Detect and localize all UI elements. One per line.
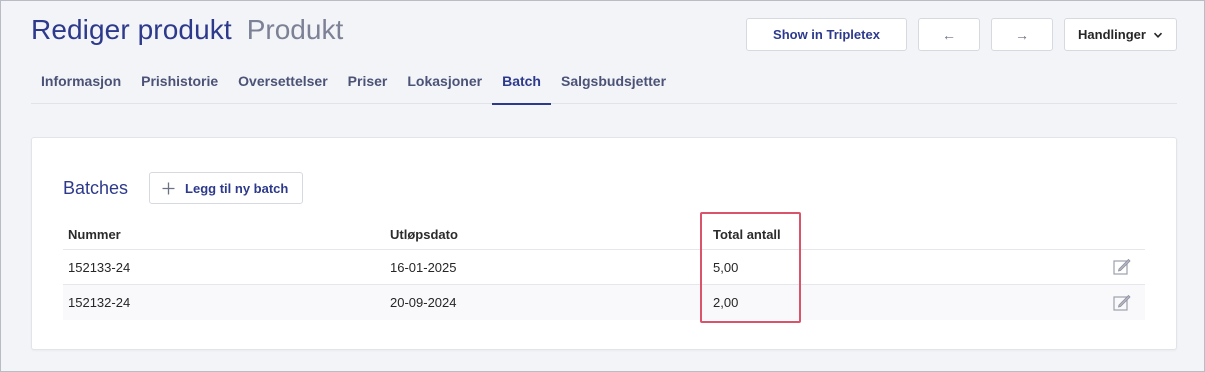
tab-priser[interactable]: Priser <box>338 62 398 104</box>
add-batch-label: Legg til ny batch <box>185 180 289 196</box>
column-header-nummer: Nummer <box>68 227 121 242</box>
previous-button[interactable]: ← <box>918 18 980 51</box>
batch-number-cell: 152132-24 <box>68 295 131 310</box>
batch-number-cell: 152133-24 <box>68 259 131 275</box>
batch-total-cell: 5,00 <box>713 259 739 275</box>
edit-icon[interactable] <box>1112 257 1132 277</box>
tab-oversettelser[interactable]: Oversettelser <box>228 62 338 104</box>
column-header-total-antall: Total antall <box>713 227 781 242</box>
batches-card: Batches Legg til ny batch Nummer Utløpsd… <box>31 137 1177 350</box>
actions-menu-button[interactable]: Handlinger <box>1064 18 1177 51</box>
add-batch-button[interactable]: Legg til ny batch <box>149 172 304 204</box>
next-button[interactable]: → <box>991 18 1053 51</box>
page-title: Rediger produkt <box>31 14 232 45</box>
table-header-row: Nummer Utløpsdato Total antall <box>63 220 1145 250</box>
actions-menu-label: Handlinger <box>1078 27 1146 42</box>
tab-informasjon[interactable]: Informasjon <box>31 62 131 104</box>
column-header-utlopsdato: Utløpsdato <box>390 227 458 242</box>
batch-expiry-cell: 20-09-2024 <box>390 295 457 310</box>
show-in-tripletex-button[interactable]: Show in Tripletex <box>746 18 907 51</box>
page-header: Rediger produkt Produkt <box>31 14 343 54</box>
batch-total-cell: 2,00 <box>713 295 739 310</box>
tab-bar: Informasjon Prishistorie Oversettelser P… <box>31 62 1177 105</box>
batches-table: Nummer Utløpsdato Total antall 152133-24… <box>63 220 1145 320</box>
plus-icon <box>162 182 175 194</box>
tab-prishistorie[interactable]: Prishistorie <box>131 62 228 104</box>
header-actions: Show in Tripletex ← → Handlinger <box>746 18 1177 51</box>
tab-salgsbudsjetter[interactable]: Salgsbudsjetter <box>551 62 676 104</box>
tab-lokasjoner[interactable]: Lokasjoner <box>397 62 492 104</box>
table-row: 152133-24 16-01-2025 5,00 <box>63 250 1145 285</box>
batch-expiry-cell: 16-01-2025 <box>390 259 457 275</box>
tab-batch[interactable]: Batch <box>492 62 551 105</box>
batches-title: Batches <box>63 177 129 198</box>
row-actions-cell <box>1098 293 1145 313</box>
row-actions-cell <box>1098 257 1145 277</box>
batches-header: Batches Legg til ny batch <box>63 172 304 204</box>
table-row: 152132-24 20-09-2024 2,00 <box>63 285 1145 320</box>
chevron-down-icon <box>1153 32 1163 38</box>
edit-icon[interactable] <box>1112 293 1132 313</box>
page-subtitle: Produkt <box>246 14 344 45</box>
